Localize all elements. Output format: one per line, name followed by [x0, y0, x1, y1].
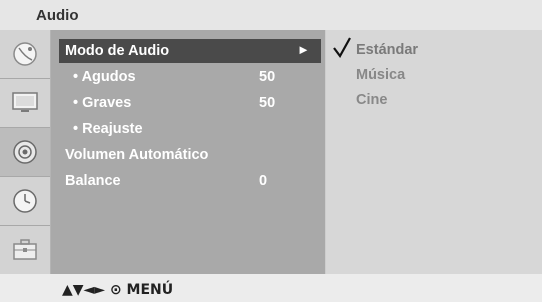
sidebar-item-picture[interactable] — [0, 79, 50, 128]
menu-item-label: • Reajuste — [73, 121, 143, 137]
sidebar-item-audio[interactable] — [0, 128, 50, 177]
menu-item-volumen-automatico[interactable]: Volumen Automático — [59, 143, 321, 167]
clock-icon — [13, 189, 37, 213]
menu-item-modo-de-audio[interactable]: Modo de Audio ► — [59, 39, 321, 63]
footer: ▲▼◄► ⊙ MENÚ — [0, 274, 542, 302]
monitor-icon — [12, 92, 38, 112]
navigation-hint: ▲▼◄► ⊙ MENÚ — [62, 282, 174, 298]
menu-item-agudos[interactable]: • Agudos 50 — [59, 65, 321, 89]
options-panel: Estándar Música Cine — [326, 30, 542, 274]
option-musica[interactable]: Música — [356, 67, 405, 83]
menu-item-reajuste[interactable]: • Reajuste — [59, 117, 321, 141]
menu-item-value: 50 — [259, 95, 276, 111]
menu-item-graves[interactable]: • Graves 50 — [59, 91, 321, 115]
submenu-arrow-icon: ► — [297, 42, 310, 57]
sidebar-item-setup[interactable] — [0, 226, 50, 274]
speaker-icon — [13, 140, 37, 164]
menu-item-value: 0 — [259, 173, 268, 189]
satellite-dish-icon — [13, 42, 37, 66]
menu-item-label: Balance — [65, 173, 121, 189]
menu-title: Audio — [36, 7, 79, 24]
menu-panel: Modo de Audio ► • Agudos 50 • Graves 50 … — [51, 30, 325, 274]
checkmark-icon — [333, 37, 351, 58]
toolbox-icon — [13, 239, 37, 260]
menu-item-balance[interactable]: Balance 0 — [59, 169, 321, 193]
option-estandar[interactable]: Estándar — [356, 42, 418, 58]
menu-item-label: • Graves — [73, 95, 132, 111]
menu-item-label: Modo de Audio — [65, 43, 170, 59]
title-bar: Audio — [0, 0, 542, 30]
option-cine[interactable]: Cine — [356, 92, 387, 108]
osd-menu: Audio Modo de Audio ► • Agudos 50 • Grav… — [0, 0, 542, 302]
menu-item-value: 50 — [259, 69, 276, 85]
sidebar-item-channel[interactable] — [0, 30, 50, 79]
sidebar — [0, 30, 51, 274]
menu-item-label: Volumen Automático — [65, 147, 209, 163]
sidebar-item-time[interactable] — [0, 177, 50, 226]
menu-item-label: • Agudos — [73, 69, 136, 85]
